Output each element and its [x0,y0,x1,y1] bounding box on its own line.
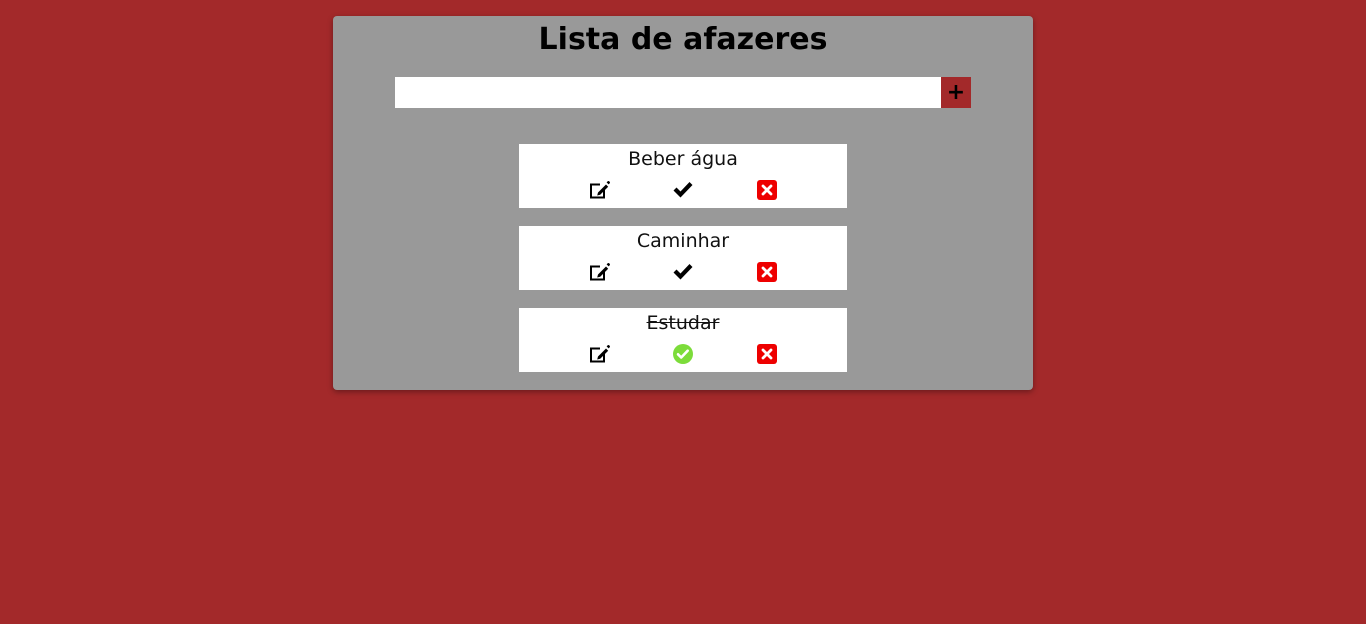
page-title: Lista de afazeres [538,22,828,57]
delete-icon[interactable] [755,260,779,284]
todo-panel: Lista de afazeres + Beber água Caminhar … [333,16,1033,390]
task-actions [519,342,847,366]
check-icon[interactable] [671,178,695,202]
task-text: Caminhar [636,230,730,252]
task-actions [519,178,847,202]
new-task-input[interactable] [395,77,941,108]
edit-icon[interactable] [587,178,611,202]
new-task-form: + [395,77,971,108]
check-icon[interactable] [671,260,695,284]
task-item-completed: Estudar [519,308,847,372]
edit-icon[interactable] [587,260,611,284]
edit-icon[interactable] [587,342,611,366]
task-list: Beber água Caminhar Estudar [519,144,847,390]
add-task-button[interactable]: + [941,77,971,108]
check-circle-icon[interactable] [671,342,695,366]
delete-icon[interactable] [755,342,779,366]
task-item: Caminhar [519,226,847,290]
delete-icon[interactable] [755,178,779,202]
task-text: Estudar [646,312,720,334]
task-actions [519,260,847,284]
task-text: Beber água [628,148,738,170]
task-item: Beber água [519,144,847,208]
page-background: { "app": { "title": "Lista de afazeres" … [0,0,1366,624]
